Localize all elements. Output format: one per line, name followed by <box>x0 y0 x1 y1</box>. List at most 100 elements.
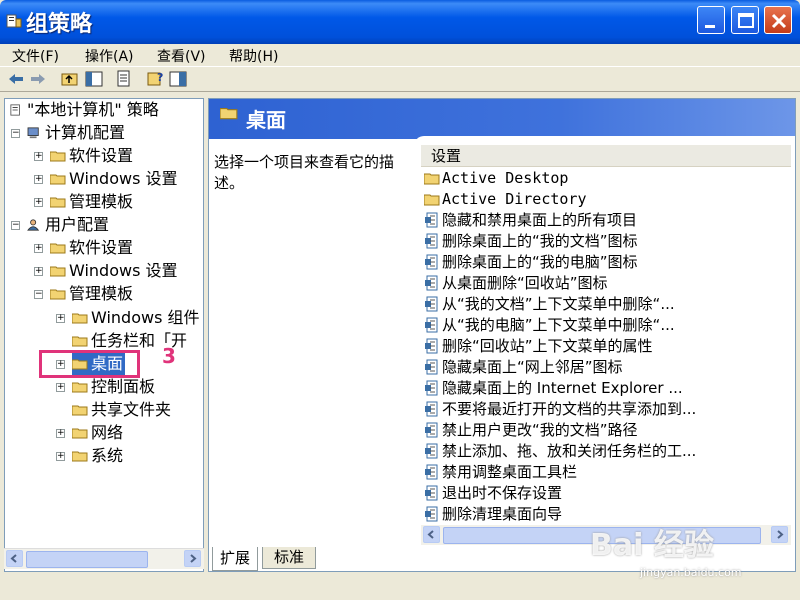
list-item[interactable]: 禁止添加、拖、放和关闭任务栏的工... <box>424 441 696 462</box>
expand-toggle[interactable]: + <box>34 244 43 253</box>
list-item[interactable]: 禁用调整桌面工具栏 <box>424 462 577 483</box>
list-item-label: 删除“回收站”上下文菜单的属性 <box>442 337 653 355</box>
tree-node-windows-settings[interactable]: Windows 设置 <box>50 168 178 190</box>
list-item-label: 隐藏桌面上的 Internet Explorer ... <box>442 379 683 397</box>
tree-node-network[interactable]: 网络 <box>72 422 123 444</box>
tree-node-software-settings[interactable]: 软件设置 <box>50 145 133 167</box>
expand-toggle[interactable]: + <box>56 452 65 461</box>
policy-setting-icon <box>425 359 438 375</box>
group-policy-app-icon <box>6 14 22 28</box>
tree-node-user-windows-settings[interactable]: Windows 设置 <box>50 260 178 282</box>
policy-setting-icon <box>425 317 438 333</box>
watermark: Bai 经验 <box>590 528 714 563</box>
expand-toggle[interactable]: + <box>56 314 65 323</box>
tree-node-user-software-settings[interactable]: 软件设置 <box>50 237 133 259</box>
list-item-label: 退出时不保存设置 <box>442 484 563 502</box>
tree-node-windows-components[interactable]: Windows 组件 <box>72 307 200 329</box>
collapse-toggle[interactable]: − <box>34 290 43 299</box>
tree-node-label: 用户配置 <box>45 215 110 234</box>
list-item[interactable]: Active Directory <box>424 189 587 210</box>
list-item[interactable]: Active Desktop <box>424 168 568 189</box>
collapse-toggle[interactable]: − <box>11 129 20 138</box>
policy-root-icon <box>10 104 20 116</box>
folder-icon <box>72 451 88 462</box>
tree-node-label: Windows 组件 <box>91 308 200 327</box>
forward-arrow-icon[interactable] <box>28 69 48 89</box>
folder-icon <box>50 243 66 254</box>
list-item[interactable]: 删除清理桌面向导 <box>424 504 562 525</box>
policy-setting-icon <box>425 275 438 291</box>
chevron-right-icon <box>190 554 197 563</box>
list-item[interactable]: 退出时不保存设置 <box>424 483 562 504</box>
list-item[interactable]: 从“我的电脑”上下文菜单中删除“... <box>424 315 675 336</box>
tree-node-system[interactable]: 系统 <box>72 445 123 467</box>
list-item-label: 删除桌面上的“我的电脑”图标 <box>442 253 638 271</box>
tree-node-label: 网络 <box>91 423 124 442</box>
tree-node-local-computer-policy[interactable]: "本地计算机" 策略 <box>8 99 159 121</box>
tree-node-user-config[interactable]: 用户配置 <box>26 214 109 236</box>
description-text: 选择一个项目来查看它的描述。 <box>214 153 395 192</box>
list-item-label: 禁止添加、拖、放和关闭任务栏的工... <box>442 442 697 460</box>
list-item-label: 从桌面删除“回收站”图标 <box>442 274 608 292</box>
list-item[interactable]: 禁止用户更改“我的文档”路径 <box>424 420 638 441</box>
list-item[interactable]: 删除“回收站”上下文菜单的属性 <box>424 336 653 357</box>
expand-toggle[interactable]: + <box>34 175 43 184</box>
up-folder-icon[interactable] <box>60 69 80 89</box>
tree-node-admin-templates[interactable]: 管理模板 <box>50 191 133 213</box>
expand-toggle[interactable]: + <box>34 152 43 161</box>
highlight-box <box>39 350 140 378</box>
expand-toggle[interactable]: + <box>56 429 65 438</box>
list-item[interactable]: 隐藏和禁用桌面上的所有项目 <box>424 210 637 231</box>
collapse-toggle[interactable]: − <box>11 221 20 230</box>
expand-toggle[interactable]: + <box>34 267 43 276</box>
properties-pane-icon[interactable] <box>168 69 188 89</box>
maximize-icon <box>738 13 754 28</box>
list-item[interactable]: 隐藏桌面上的 Internet Explorer ... <box>424 378 683 399</box>
menu-action[interactable]: 操作(A) <box>85 46 134 66</box>
help-icon[interactable]: ? <box>146 69 166 89</box>
scroll-left-button[interactable] <box>423 526 440 543</box>
tree-horizontal-scrollbar[interactable] <box>4 548 204 569</box>
list-item[interactable]: 从桌面删除“回收站”图标 <box>424 273 608 294</box>
minimize-button[interactable] <box>697 6 725 34</box>
list-item-label: Active Desktop <box>442 169 569 187</box>
list-item[interactable]: 隐藏桌面上“网上邻居”图标 <box>424 357 623 378</box>
policy-setting-icon <box>425 254 438 270</box>
list-item[interactable]: 不要将最近打开的文档的共享添加到... <box>424 399 696 420</box>
computer-icon <box>27 127 39 139</box>
title-bar[interactable] <box>0 0 800 44</box>
scroll-thumb[interactable] <box>26 551 148 568</box>
scroll-left-button[interactable] <box>6 550 23 567</box>
tab-standard[interactable]: 标准 <box>262 547 316 569</box>
tree-node-user-admin-templates[interactable]: 管理模板 <box>50 283 133 305</box>
list-item[interactable]: 删除桌面上的“我的文档”图标 <box>424 231 638 252</box>
close-button[interactable] <box>764 6 792 34</box>
expand-toggle[interactable]: + <box>34 198 43 207</box>
details-title: 桌面 <box>246 108 286 132</box>
tree-node-shared-folders[interactable]: 共享文件夹 <box>72 399 171 421</box>
list-item[interactable]: 删除桌面上的“我的电脑”图标 <box>424 252 638 273</box>
list-item[interactable]: 从“我的文档”上下文菜单中删除“... <box>424 294 675 315</box>
export-list-icon[interactable] <box>114 69 134 89</box>
list-item-label: 禁止用户更改“我的文档”路径 <box>442 421 638 439</box>
list-item-label: Active Directory <box>442 190 587 208</box>
column-header-setting[interactable]: 设置 <box>421 145 791 167</box>
open-folder-icon <box>50 289 66 300</box>
watermark-url: jingyan.baidu.com <box>640 566 742 579</box>
maximize-button[interactable] <box>731 6 759 34</box>
show-hide-tree-icon[interactable] <box>84 69 104 89</box>
menu-view[interactable]: 查看(V) <box>157 46 206 66</box>
folder-icon <box>50 197 66 208</box>
list-item-label: 隐藏桌面上“网上邻居”图标 <box>442 358 623 376</box>
expand-toggle[interactable]: + <box>56 383 65 392</box>
menu-file[interactable]: 文件(F) <box>12 46 59 66</box>
back-arrow-icon[interactable] <box>6 69 26 89</box>
policy-setting-icon <box>425 422 438 438</box>
tab-extended[interactable]: 扩展 <box>212 547 258 571</box>
tree-node-control-panel[interactable]: 控制面板 <box>72 376 155 398</box>
menu-help[interactable]: 帮助(H) <box>229 46 278 66</box>
scroll-right-button[interactable] <box>184 550 201 567</box>
folder-icon <box>72 428 88 439</box>
tree-node-computer-config[interactable]: 计算机配置 <box>26 122 125 144</box>
scroll-right-button[interactable] <box>771 526 788 543</box>
